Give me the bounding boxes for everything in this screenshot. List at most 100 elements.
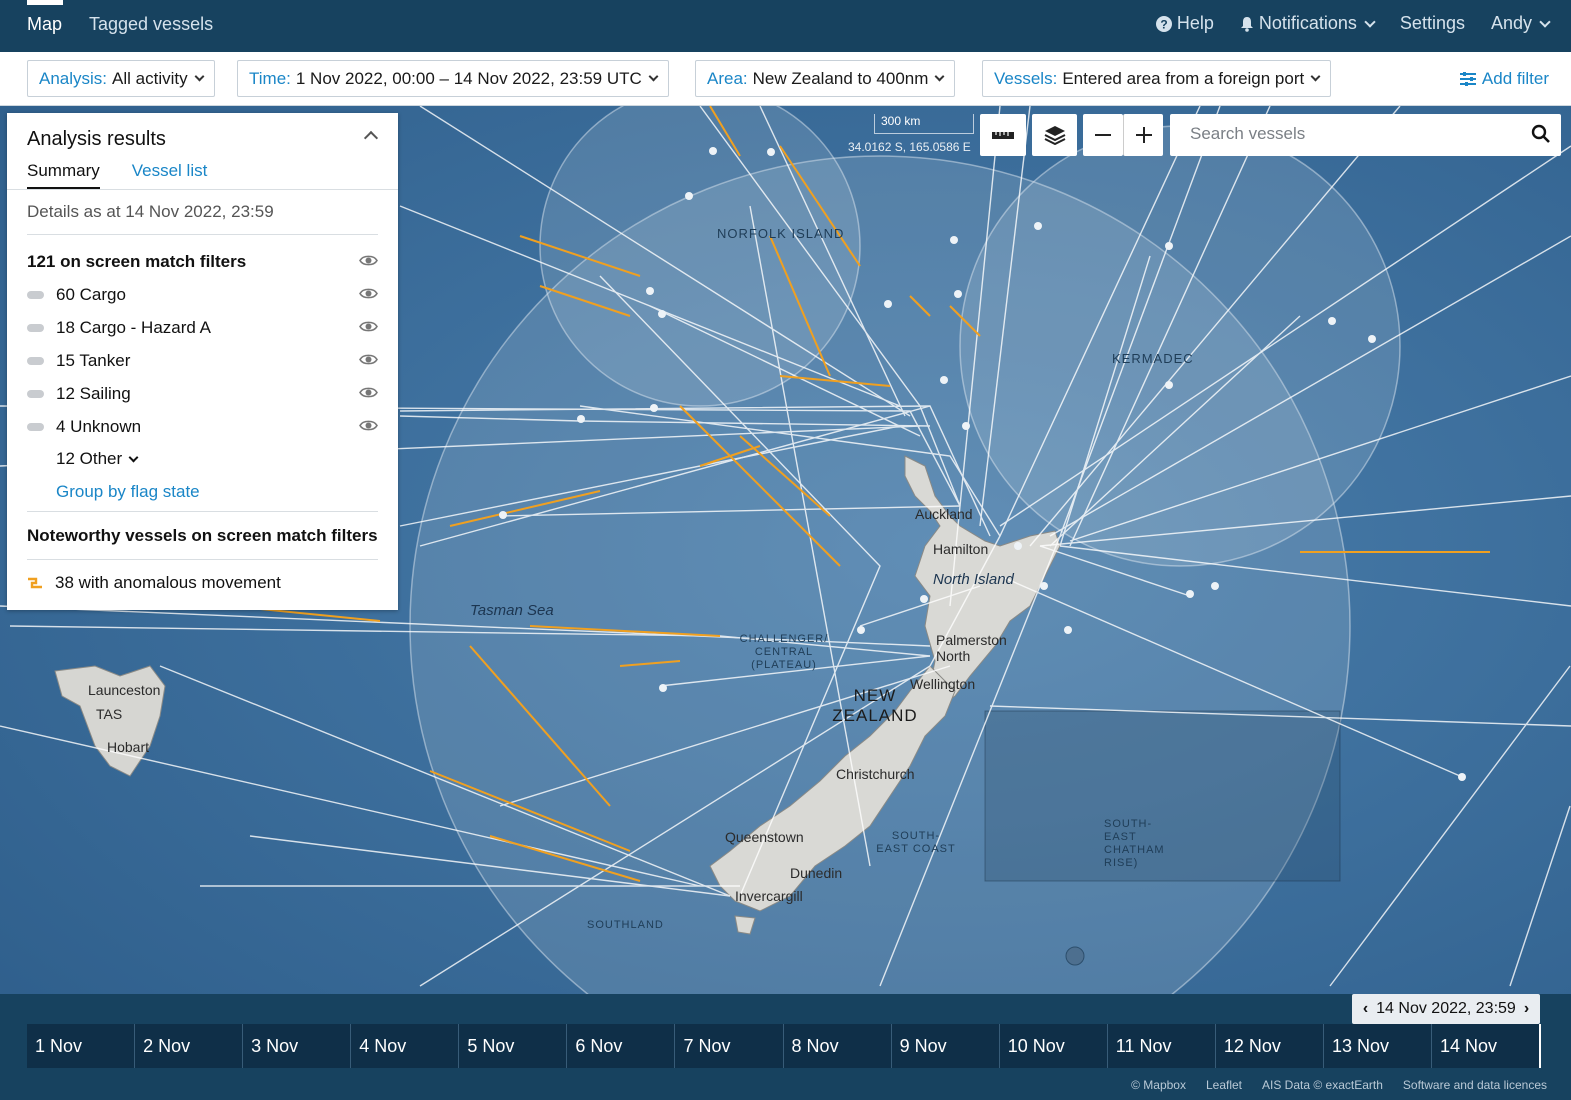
timeline-day[interactable]: 9 Nov	[891, 1024, 1000, 1068]
timeline-day[interactable]: 14 Nov	[1432, 1024, 1542, 1068]
eye-icon[interactable]	[359, 386, 378, 399]
norfolk-island-label: NORFOLK ISLAND	[717, 226, 845, 241]
timeline-day[interactable]: 8 Nov	[783, 1024, 892, 1068]
area-filter[interactable]: Area: New Zealand to 400nm	[695, 60, 956, 97]
divider	[27, 559, 378, 560]
top-nav: Map Tagged vessels ? Help Notifications …	[0, 0, 1571, 52]
measure-button[interactable]	[980, 114, 1026, 156]
challenger-plateau-label: CHALLENGER/ CENTRAL (PLATEAU)	[739, 633, 829, 671]
timeline-day[interactable]: 2 Nov	[135, 1024, 244, 1068]
timeline-day[interactable]: 3 Nov	[243, 1024, 352, 1068]
search-icon[interactable]	[1531, 124, 1551, 144]
timeline-day[interactable]: 1 Nov	[27, 1024, 136, 1068]
timeline-day[interactable]: 11 Nov	[1107, 1024, 1216, 1068]
eye-icon[interactable]	[359, 419, 378, 432]
analysis-filter[interactable]: Analysis: All activity	[27, 60, 215, 97]
dunedin-label: Dunedin	[790, 865, 843, 881]
queenstown-label: Queenstown	[725, 829, 804, 845]
category-label: 60 Cargo	[56, 285, 126, 304]
plus-icon	[1135, 127, 1152, 143]
other-categories-toggle[interactable]: 12 Other	[56, 447, 378, 471]
timeline: ‹ 14 Nov 2022, 23:59 › 1 Nov 2 Nov 3 Nov…	[0, 994, 1571, 1100]
tab-vessel-list[interactable]: Vessel list	[132, 161, 208, 190]
vessels-filter-value: Entered area from a foreign port	[1062, 68, 1305, 88]
add-filter-button[interactable]: Add filter	[1459, 69, 1549, 89]
layers-button[interactable]	[1032, 114, 1077, 156]
timeline-day[interactable]: 10 Nov	[999, 1024, 1108, 1068]
auckland-label: Auckland	[915, 506, 973, 522]
vessels-filter[interactable]: Vessels: Entered area from a foreign por…	[982, 60, 1332, 97]
timeline-day[interactable]: 4 Nov	[351, 1024, 460, 1068]
noteworthy-heading-row: Noteworthy vessels on screen match filte…	[27, 524, 378, 548]
anomalous-row[interactable]: 38 with anomalous movement	[27, 571, 378, 595]
category-swatch	[27, 390, 44, 398]
help-link[interactable]: ? Help	[1155, 13, 1214, 34]
area-filter-key: Area:	[707, 68, 748, 88]
help-icon: ?	[1155, 15, 1172, 32]
chevron-left-icon[interactable]: ‹	[1363, 1000, 1368, 1018]
chevron-up-icon[interactable]	[363, 130, 379, 146]
timeline-cursor[interactable]: ‹ 14 Nov 2022, 23:59 ›	[1352, 994, 1540, 1024]
divider	[27, 511, 378, 512]
chevron-down-icon	[1310, 71, 1321, 82]
anomaly-track-icon	[28, 577, 42, 589]
chevron-right-icon[interactable]: ›	[1524, 1000, 1529, 1018]
se-coast-label: SOUTH-EAST COAST	[876, 830, 956, 855]
vessel-search	[1170, 114, 1561, 156]
svg-text:?: ?	[1160, 17, 1167, 31]
noteworthy-title: Noteworthy vessels on screen match filte…	[27, 526, 378, 545]
panel-tabs: Summary Vessel list	[27, 161, 207, 190]
user-menu[interactable]: Andy	[1490, 13, 1551, 34]
zoom-out-button[interactable]	[1083, 114, 1123, 156]
category-row: 18 Cargo - Hazard A	[27, 316, 378, 340]
chevron-down-icon	[648, 71, 659, 82]
tab-summary[interactable]: Summary	[27, 161, 100, 190]
notifications-menu[interactable]: Notifications	[1240, 13, 1376, 34]
invercargill-label: Invercargill	[735, 888, 803, 904]
chevron-down-icon	[194, 71, 205, 82]
area-filter-value: New Zealand to 400nm	[752, 68, 929, 88]
ruler-icon	[992, 132, 1014, 139]
ais-data-credit-link[interactable]: AIS Data © exactEarth	[1262, 1078, 1383, 1092]
category-label: 12 Sailing	[56, 384, 131, 403]
total-matches-row: 121 on screen match filters	[27, 250, 378, 274]
current-time: 14 Nov 2022, 23:59	[1376, 1000, 1516, 1017]
mapbox-credit-link[interactable]: © Mapbox	[1131, 1078, 1186, 1092]
zoom-in-button[interactable]	[1123, 114, 1163, 156]
notifications-label: Notifications	[1258, 13, 1357, 33]
timeline-day[interactable]: 6 Nov	[567, 1024, 676, 1068]
divider	[7, 189, 398, 190]
timeline-day[interactable]: 13 Nov	[1323, 1024, 1433, 1068]
search-input[interactable]	[1190, 114, 1520, 154]
eye-icon[interactable]	[359, 254, 378, 267]
launceston-label: Launceston	[88, 682, 161, 698]
hobart-label: Hobart	[107, 739, 150, 755]
sliders-icon	[1459, 72, 1476, 86]
eye-icon[interactable]	[359, 353, 378, 366]
attribution-footer: © Mapbox Leaflet AIS Data © exactEarth S…	[1131, 1078, 1547, 1092]
layers-icon	[1044, 126, 1065, 145]
eye-icon[interactable]	[359, 287, 378, 300]
category-row: 60 Cargo	[27, 283, 378, 307]
tab-map[interactable]: Map	[27, 14, 62, 35]
add-filter-label: Add filter	[1481, 69, 1549, 88]
timeline-days: 1 Nov 2 Nov 3 Nov 4 Nov 5 Nov 6 Nov 7 No…	[27, 1024, 1542, 1068]
leaflet-credit-link[interactable]: Leaflet	[1206, 1078, 1242, 1092]
licences-link[interactable]: Software and data licences	[1403, 1078, 1547, 1092]
category-label: 4 Unknown	[56, 417, 142, 436]
timeline-day[interactable]: 5 Nov	[459, 1024, 568, 1068]
group-by-flag-state-link[interactable]: Group by flag state	[56, 482, 200, 502]
tab-tagged-vessels[interactable]: Tagged vessels	[89, 14, 213, 35]
timeline-day[interactable]: 7 Nov	[675, 1024, 784, 1068]
eye-icon[interactable]	[359, 320, 378, 333]
new-zealand-label: NEW ZEALAND	[832, 686, 918, 725]
total-matches: 121 on screen match filters	[27, 252, 247, 271]
time-filter[interactable]: Time: 1 Nov 2022, 00:00 – 14 Nov 2022, 2…	[237, 60, 669, 97]
palmerston-north-label: Palmerston North	[936, 632, 1007, 664]
settings-link[interactable]: Settings	[1400, 13, 1465, 34]
category-row: 4 Unknown	[27, 415, 378, 439]
southland-label: SOUTHLAND	[587, 919, 664, 931]
minus-icon	[1095, 134, 1111, 136]
timeline-day[interactable]: 12 Nov	[1215, 1024, 1324, 1068]
user-name: Andy	[1490, 13, 1532, 33]
